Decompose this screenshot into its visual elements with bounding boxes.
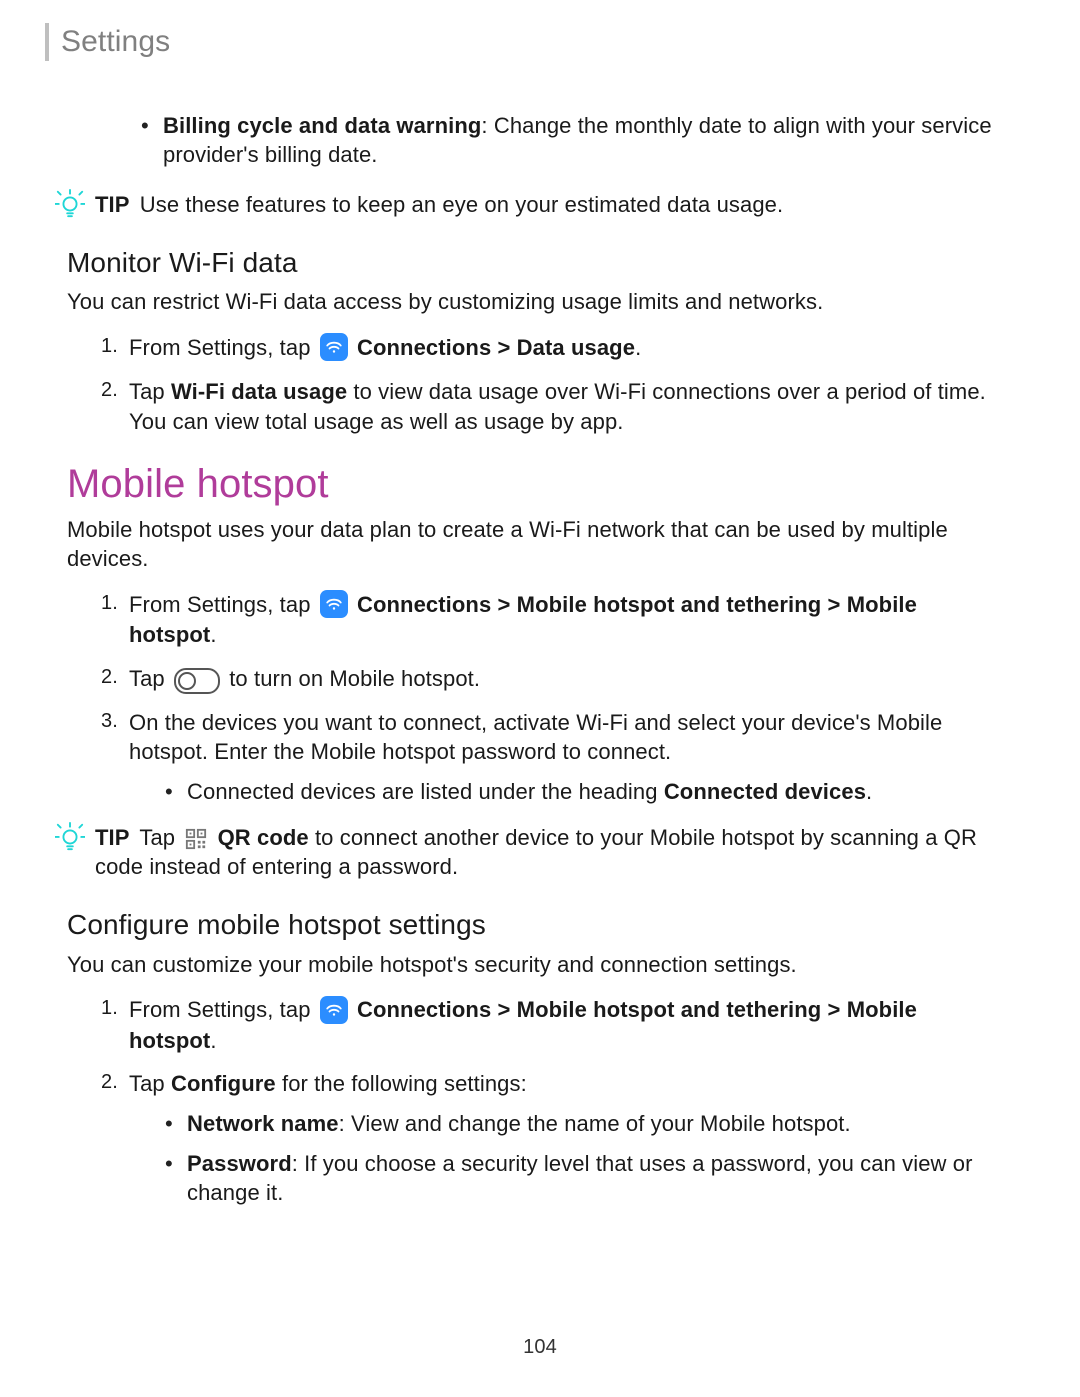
step-configure-1: From Settings, tap Connections > Mobile …	[101, 995, 1005, 1055]
lightbulb-icon	[55, 821, 85, 851]
page-header: Settings	[45, 0, 1005, 63]
header-rule	[45, 23, 49, 61]
sub-bullet-network-name: Network name: View and change the name o…	[165, 1109, 1005, 1139]
tip-pre: Tap	[139, 825, 175, 850]
step-text-pre: From Settings, tap	[129, 335, 311, 360]
qr-code-icon	[184, 827, 208, 851]
bullet-text: Billing cycle and data warning: Change t…	[163, 111, 1005, 170]
sub-bullet-connected: Connected devices are listed under the h…	[165, 777, 1005, 807]
bullet-billing: Billing cycle and data warning: Change t…	[141, 111, 1005, 170]
tip-label: TIP	[95, 825, 130, 850]
step-nav: Connections > Data usage	[357, 335, 635, 360]
toggle-off-icon	[174, 668, 220, 694]
tip-label: TIP	[95, 192, 130, 217]
step-configure-2: Tap Configure for the following settings…	[101, 1069, 1005, 1208]
step-text-pre: Tap	[129, 666, 165, 691]
sub-b: Connected devices	[664, 779, 866, 804]
sub-a: Connected devices are listed under the h…	[187, 779, 664, 804]
step-monitor-2: Tap Wi-Fi data usage to view data usage …	[101, 377, 1005, 436]
tip-text: TIP Use these features to keep an eye on…	[95, 190, 1005, 220]
step-bold: Wi-Fi data usage	[171, 379, 347, 404]
tip-body: Use these features to keep an eye on you…	[140, 192, 783, 217]
para-configure-intro: You can customize your mobile hotspot's …	[67, 950, 1005, 980]
heading-mobile-hotspot: Mobile hotspot	[67, 457, 1005, 511]
step-text-a: Tap	[129, 1071, 171, 1096]
step-end: .	[210, 1028, 216, 1053]
wifi-icon	[320, 996, 348, 1024]
wifi-icon	[320, 590, 348, 618]
bullet-icon	[165, 1109, 187, 1139]
step-bold: Configure	[171, 1071, 276, 1096]
sub-rest: : If you choose a security level that us…	[187, 1151, 973, 1206]
tip-qr-code: TIP Tap	[55, 823, 1005, 882]
sub-bullet-password: Password: If you choose a security level…	[165, 1149, 1005, 1208]
steps-configure: From Settings, tap Connections > Mobile …	[101, 995, 1005, 1208]
step-text-pre: From Settings, tap	[129, 997, 311, 1022]
bullet-text: Connected devices are listed under the h…	[187, 777, 1005, 807]
bullet-text: Network name: View and change the name o…	[187, 1109, 1005, 1139]
para-monitor-intro: You can restrict Wi-Fi data access by cu…	[67, 287, 1005, 317]
step-end: .	[210, 622, 216, 647]
step-text-pre: From Settings, tap	[129, 592, 311, 617]
page-number: 104	[0, 1334, 1080, 1361]
step-text: On the devices you want to connect, acti…	[129, 710, 942, 765]
bullet-text: Password: If you choose a security level…	[187, 1149, 1005, 1208]
step-text-b: for the following settings:	[276, 1071, 527, 1096]
bullet-icon	[141, 111, 163, 170]
tip-data-usage: TIP Use these features to keep an eye on…	[55, 190, 1005, 220]
step-text-post: to turn on Mobile hotspot.	[229, 666, 480, 691]
wifi-icon	[320, 333, 348, 361]
tip-bold: QR code	[218, 825, 309, 850]
para-hotspot-intro: Mobile hotspot uses your data plan to cr…	[67, 515, 1005, 574]
header-title: Settings	[61, 22, 170, 63]
sub-c: .	[866, 779, 872, 804]
step-hotspot-2: Tap to turn on Mobile hotspot.	[101, 664, 1005, 694]
step-hotspot-1: From Settings, tap Connections > Mobile …	[101, 590, 1005, 650]
sub-label: Network name	[187, 1111, 339, 1136]
bullet-icon	[165, 1149, 187, 1208]
steps-monitor: From Settings, tap Connections > Data us…	[101, 333, 1005, 437]
page-content: Billing cycle and data warning: Change t…	[75, 63, 1005, 1209]
tip-text: TIP Tap	[95, 823, 1005, 882]
lightbulb-icon	[55, 188, 85, 218]
step-hotspot-3: On the devices you want to connect, acti…	[101, 708, 1005, 807]
steps-hotspot: From Settings, tap Connections > Mobile …	[101, 590, 1005, 807]
sub-label: Password	[187, 1151, 292, 1176]
step-end: .	[635, 335, 641, 360]
heading-configure: Configure mobile hotspot settings	[67, 906, 1005, 944]
step-monitor-1: From Settings, tap Connections > Data us…	[101, 333, 1005, 363]
heading-monitor-wifi: Monitor Wi-Fi data	[67, 244, 1005, 282]
sub-rest: : View and change the name of your Mobil…	[339, 1111, 851, 1136]
bullet-icon	[165, 777, 187, 807]
step-text-a: Tap	[129, 379, 171, 404]
bullet-label: Billing cycle and data warning	[163, 113, 481, 138]
